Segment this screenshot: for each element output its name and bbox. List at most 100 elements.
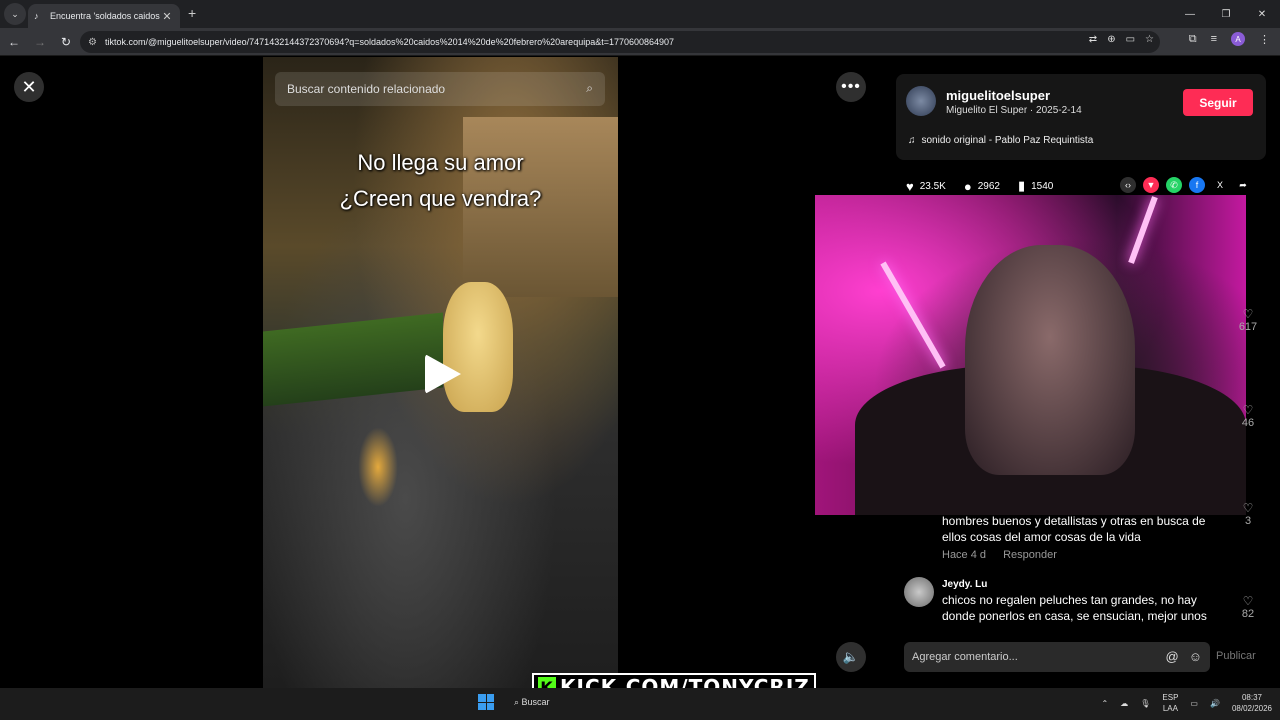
volume-icon[interactable]: 🔈 (836, 642, 866, 672)
author-avatar[interactable] (906, 86, 936, 116)
menu-kebab-icon[interactable]: ⋮ (1259, 33, 1270, 46)
browser-tab[interactable]: ♪ Encuentra 'soldados caidos 14 d ✕ (28, 4, 180, 28)
embed-icon[interactable]: ‹› (1120, 177, 1136, 193)
video-grass (263, 312, 443, 407)
comment-placeholder: Agregar comentario... (912, 651, 1018, 663)
close-video-button[interactable]: ✕ (14, 72, 44, 102)
heart-outline-icon: ♡ (1242, 594, 1254, 608)
window-controls: — ❐ ✕ (1172, 0, 1280, 28)
toolbar-right: ⧉ ≡ A ⋮ (1189, 32, 1270, 46)
clock-time: 08:37 (1241, 693, 1262, 702)
reload-icon[interactable]: ↻ (54, 30, 78, 54)
like-count: 23.5K (919, 180, 946, 192)
author-card: miguelitoelsuper Miguelito El Super · 20… (896, 74, 1266, 160)
heart-outline-icon: ♡ (1242, 501, 1254, 515)
restore-icon[interactable]: ❐ (1208, 0, 1244, 28)
related-search-input[interactable]: Buscar contenido relacionado ⌕ (275, 72, 605, 106)
comment-time: Hace 4 d (942, 549, 987, 561)
bookmark-star-icon[interactable]: ☆ (1145, 34, 1154, 45)
comment-like[interactable]: ♡ 617 (1238, 307, 1258, 333)
profile-avatar[interactable]: A (1231, 32, 1245, 46)
author-username[interactable]: miguelitoelsuper (946, 88, 1050, 103)
browser-tab-bar: ⌄ ♪ Encuentra 'soldados caidos 14 d ✕ + … (0, 0, 1280, 28)
taskbar-search[interactable]: ⌕ Buscar (514, 697, 550, 708)
reading-list-icon[interactable]: ≡ (1211, 33, 1217, 45)
send-icon[interactable]: ▼ (1143, 177, 1159, 193)
more-options-icon[interactable]: ••• (836, 72, 866, 102)
music-info[interactable]: ♫ sonido original - Pablo Paz Requintista (908, 135, 1093, 146)
taskbar-search-label: Buscar (521, 697, 550, 707)
new-tab-button[interactable]: + (188, 5, 196, 21)
streamer-head (965, 245, 1135, 475)
tray-chevron-icon[interactable]: ⌃ (1102, 699, 1109, 708)
music-note-icon: ♫ (908, 135, 916, 146)
comment-like-count: 82 (1241, 608, 1255, 620)
comment-icon: ● (963, 178, 972, 194)
heart-outline-icon: ♡ (1242, 307, 1254, 321)
neon-light (1128, 196, 1158, 264)
browser-toolbar: ← → ↻ ⚙ tiktok.com/@miguelitoelsuper/vid… (0, 28, 1280, 56)
video-caption-overlay: No llega su amor ¿Creen que vendra? (263, 145, 618, 217)
speaker-icon[interactable]: 🔊 (1210, 699, 1220, 708)
reply-button[interactable]: Responder (1003, 549, 1057, 561)
mention-icon[interactable]: @ (1166, 649, 1179, 664)
comment-like[interactable]: ♡ 46 (1238, 403, 1258, 429)
search-icon[interactable]: ⌕ (586, 81, 593, 96)
save-count: 1540 (1031, 180, 1054, 192)
address-bar[interactable]: ⚙ tiktok.com/@miguelitoelsuper/video/747… (80, 31, 1160, 53)
like-action[interactable]: ♥ 23.5K (906, 179, 946, 194)
tab-search-button[interactable]: ⌄ (4, 3, 26, 25)
tab-title: Encuentra 'soldados caidos 14 d (50, 11, 160, 21)
windows-taskbar: ⌕ Buscar ⌃ ☁ 🎙 ESP LAA ▭ 🔊 08:37 08/02/202… (0, 688, 1280, 720)
back-icon[interactable]: ← (2, 30, 26, 54)
site-info-icon[interactable]: ⚙ (88, 37, 97, 48)
follow-button[interactable]: Seguir (1183, 89, 1253, 116)
translate-icon[interactable]: ⇄ (1089, 34, 1097, 45)
onedrive-icon[interactable]: ☁ (1120, 699, 1128, 708)
x-icon[interactable]: X (1212, 177, 1228, 193)
system-tray: ⌃ ☁ 🎙 ESP LAA ▭ 🔊 08:37 08/02/2026 (1102, 692, 1272, 714)
comment-like[interactable]: ♡ 3 (1238, 501, 1258, 527)
commenter-avatar[interactable] (904, 577, 934, 607)
share-icons: ‹› ▼ ✆ f X ➦ (1120, 177, 1251, 193)
video-light-reflection (358, 427, 398, 507)
clock-date: 08/02/2026 (1231, 704, 1272, 713)
author-subtitle: Miguelito El Super · 2025-2-14 (946, 105, 1082, 116)
related-search-placeholder: Buscar contenido relacionado (287, 82, 446, 96)
cast-icon[interactable]: ▭ (1126, 34, 1135, 45)
composer-icons: @ ☺ (1166, 649, 1202, 664)
windows-start-icon[interactable] (478, 694, 494, 710)
keyboard-layout: LAA (1162, 704, 1178, 713)
network-icon[interactable]: ▭ (1190, 699, 1198, 708)
play-icon[interactable] (425, 354, 461, 394)
commenter-name[interactable]: Jeydy. Lu (942, 579, 987, 590)
microphone-icon[interactable]: 🎙 (1140, 699, 1150, 708)
system-clock[interactable]: 08:37 08/02/2026 (1232, 692, 1272, 714)
save-action[interactable]: ▮ 1540 (1018, 178, 1053, 194)
emoji-icon[interactable]: ☺ (1189, 649, 1202, 664)
tiktok-video-page: ✕ Buscar contenido relacionado ⌕ No lleg… (0, 57, 1280, 688)
close-window-icon[interactable]: ✕ (1244, 0, 1280, 28)
extensions-icon[interactable]: ⧉ (1189, 33, 1197, 46)
forward-icon[interactable]: → (28, 30, 52, 54)
comment-meta: Hace 4 d Responder (942, 549, 1071, 561)
language-indicator[interactable]: ESP LAA (1162, 692, 1178, 714)
publish-button[interactable]: Publicar (1216, 650, 1256, 662)
comment-action[interactable]: ● 2962 (964, 179, 1000, 194)
comment-count: 2962 (977, 180, 1000, 192)
video-actions: ♥ 23.5K ● 2962 ▮ 1540 ‹› ▼ ✆ f X ➦ (906, 177, 1266, 195)
tab-close-icon[interactable]: ✕ (160, 10, 174, 23)
share-icon[interactable]: ➦ (1235, 177, 1251, 193)
whatsapp-icon[interactable]: ✆ (1166, 177, 1182, 193)
facebook-icon[interactable]: f (1189, 177, 1205, 193)
url-text[interactable]: tiktok.com/@miguelitoelsuper/video/74714… (105, 37, 1160, 47)
zoom-icon[interactable]: ⊕ (1107, 34, 1115, 45)
comment-like-count: 46 (1241, 417, 1255, 429)
comment-like-count: 617 (1238, 321, 1258, 333)
minimize-icon[interactable]: — (1172, 0, 1208, 28)
caption-line-2: ¿Creen que vendra? (339, 186, 542, 211)
comment-text: hombres buenos y detallistas y otras en … (942, 514, 1206, 544)
comment-input[interactable]: Agregar comentario... @ ☺ (904, 642, 1210, 672)
neon-light (880, 261, 946, 369)
comment-like[interactable]: ♡ 82 (1238, 594, 1258, 620)
